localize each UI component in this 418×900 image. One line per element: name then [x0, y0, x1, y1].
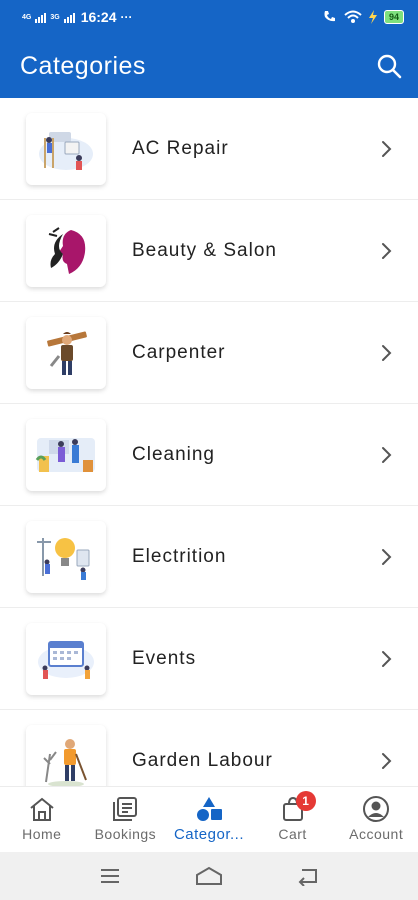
- nav-label: Cart: [278, 826, 307, 842]
- status-left: 4G 3G 16:24 ···: [22, 9, 133, 25]
- menu-icon: [100, 869, 119, 883]
- categories-icon: [194, 795, 224, 823]
- network-bottom-label: 3G: [50, 13, 60, 21]
- nav-label: Categor...: [173, 826, 244, 843]
- chevron-right-icon: [382, 140, 392, 157]
- back-button[interactable]: [293, 864, 323, 888]
- category-row-cleaning[interactable]: Cleaning: [0, 404, 418, 506]
- electrician-illustration: [26, 521, 106, 593]
- category-label: Electrition: [132, 545, 227, 567]
- status-bar: 4G 3G 16:24 ··· 94: [0, 0, 418, 34]
- nav-label: Home: [22, 826, 62, 842]
- battery-level: 94: [383, 10, 404, 24]
- carpenter-illustration: [26, 317, 106, 389]
- back-icon: [298, 869, 318, 886]
- category-row-carpenter[interactable]: Carpenter: [0, 302, 418, 404]
- wifi-icon: [344, 10, 362, 23]
- nav-cart[interactable]: 1 Cart: [251, 787, 335, 852]
- charging-icon: [368, 10, 377, 24]
- page-title: Categories: [20, 51, 146, 80]
- status-right: 94: [322, 10, 404, 24]
- chevron-right-icon: [382, 548, 392, 565]
- network-indicator: 4G: [22, 14, 31, 21]
- category-row-ac-repair[interactable]: AC Repair: [0, 98, 418, 200]
- app-bar: Categories: [0, 34, 418, 98]
- cart-badge: 1: [295, 791, 316, 811]
- bookings-icon: [110, 795, 140, 823]
- chevron-right-icon: [382, 446, 392, 463]
- category-list: AC Repair Beauty & Salon Carpenter Clean…: [0, 98, 418, 786]
- beauty-salon-illustration: [26, 215, 106, 287]
- category-label: Garden Labour: [132, 749, 273, 771]
- chevron-right-icon: [382, 752, 392, 769]
- recent-apps-button[interactable]: [95, 864, 125, 888]
- nav-label: Account: [349, 826, 404, 842]
- network-top-label: 4G: [22, 13, 32, 21]
- search-icon: [377, 54, 402, 79]
- category-row-electrition[interactable]: Electrition: [0, 506, 418, 608]
- account-icon: [361, 795, 391, 823]
- nav-account[interactable]: Account: [334, 787, 418, 852]
- home-icon: [27, 795, 57, 823]
- bottom-navigation: Home Bookings Categor... 1 Cart Account: [0, 786, 418, 852]
- cleaning-illustration: [26, 419, 106, 491]
- call-icon: [324, 11, 335, 22]
- system-navigation-bar: [0, 852, 418, 900]
- nav-home[interactable]: Home: [0, 787, 84, 852]
- garden-labour-illustration: [26, 725, 106, 786]
- nav-bookings[interactable]: Bookings: [84, 787, 168, 852]
- home-system-button[interactable]: [194, 864, 224, 888]
- chevron-right-icon: [382, 242, 392, 259]
- signal-icon: [35, 12, 47, 23]
- category-label: Cleaning: [132, 443, 215, 465]
- chevron-right-icon: [382, 344, 392, 361]
- category-label: AC Repair: [132, 137, 229, 159]
- search-button[interactable]: [374, 51, 404, 81]
- clock: 16:24: [80, 9, 117, 25]
- category-row-beauty-salon[interactable]: Beauty & Salon: [0, 200, 418, 302]
- category-label: Carpenter: [132, 341, 226, 363]
- chevron-right-icon: [382, 650, 392, 667]
- signal-icon-2: [63, 12, 75, 23]
- ac-repair-illustration: [26, 113, 106, 185]
- nav-label: Bookings: [94, 826, 157, 842]
- cart-icon: 1: [278, 791, 316, 823]
- more-dots: ···: [120, 10, 133, 24]
- home-outline-icon: [195, 866, 222, 885]
- category-row-events[interactable]: Events: [0, 608, 418, 710]
- nav-categories[interactable]: Categor...: [167, 787, 251, 852]
- category-label: Events: [132, 647, 197, 669]
- network-indicator-2: 3G: [50, 14, 59, 21]
- events-illustration: [26, 623, 106, 695]
- category-row-garden-labour[interactable]: Garden Labour: [0, 710, 418, 786]
- category-label: Beauty & Salon: [132, 239, 277, 261]
